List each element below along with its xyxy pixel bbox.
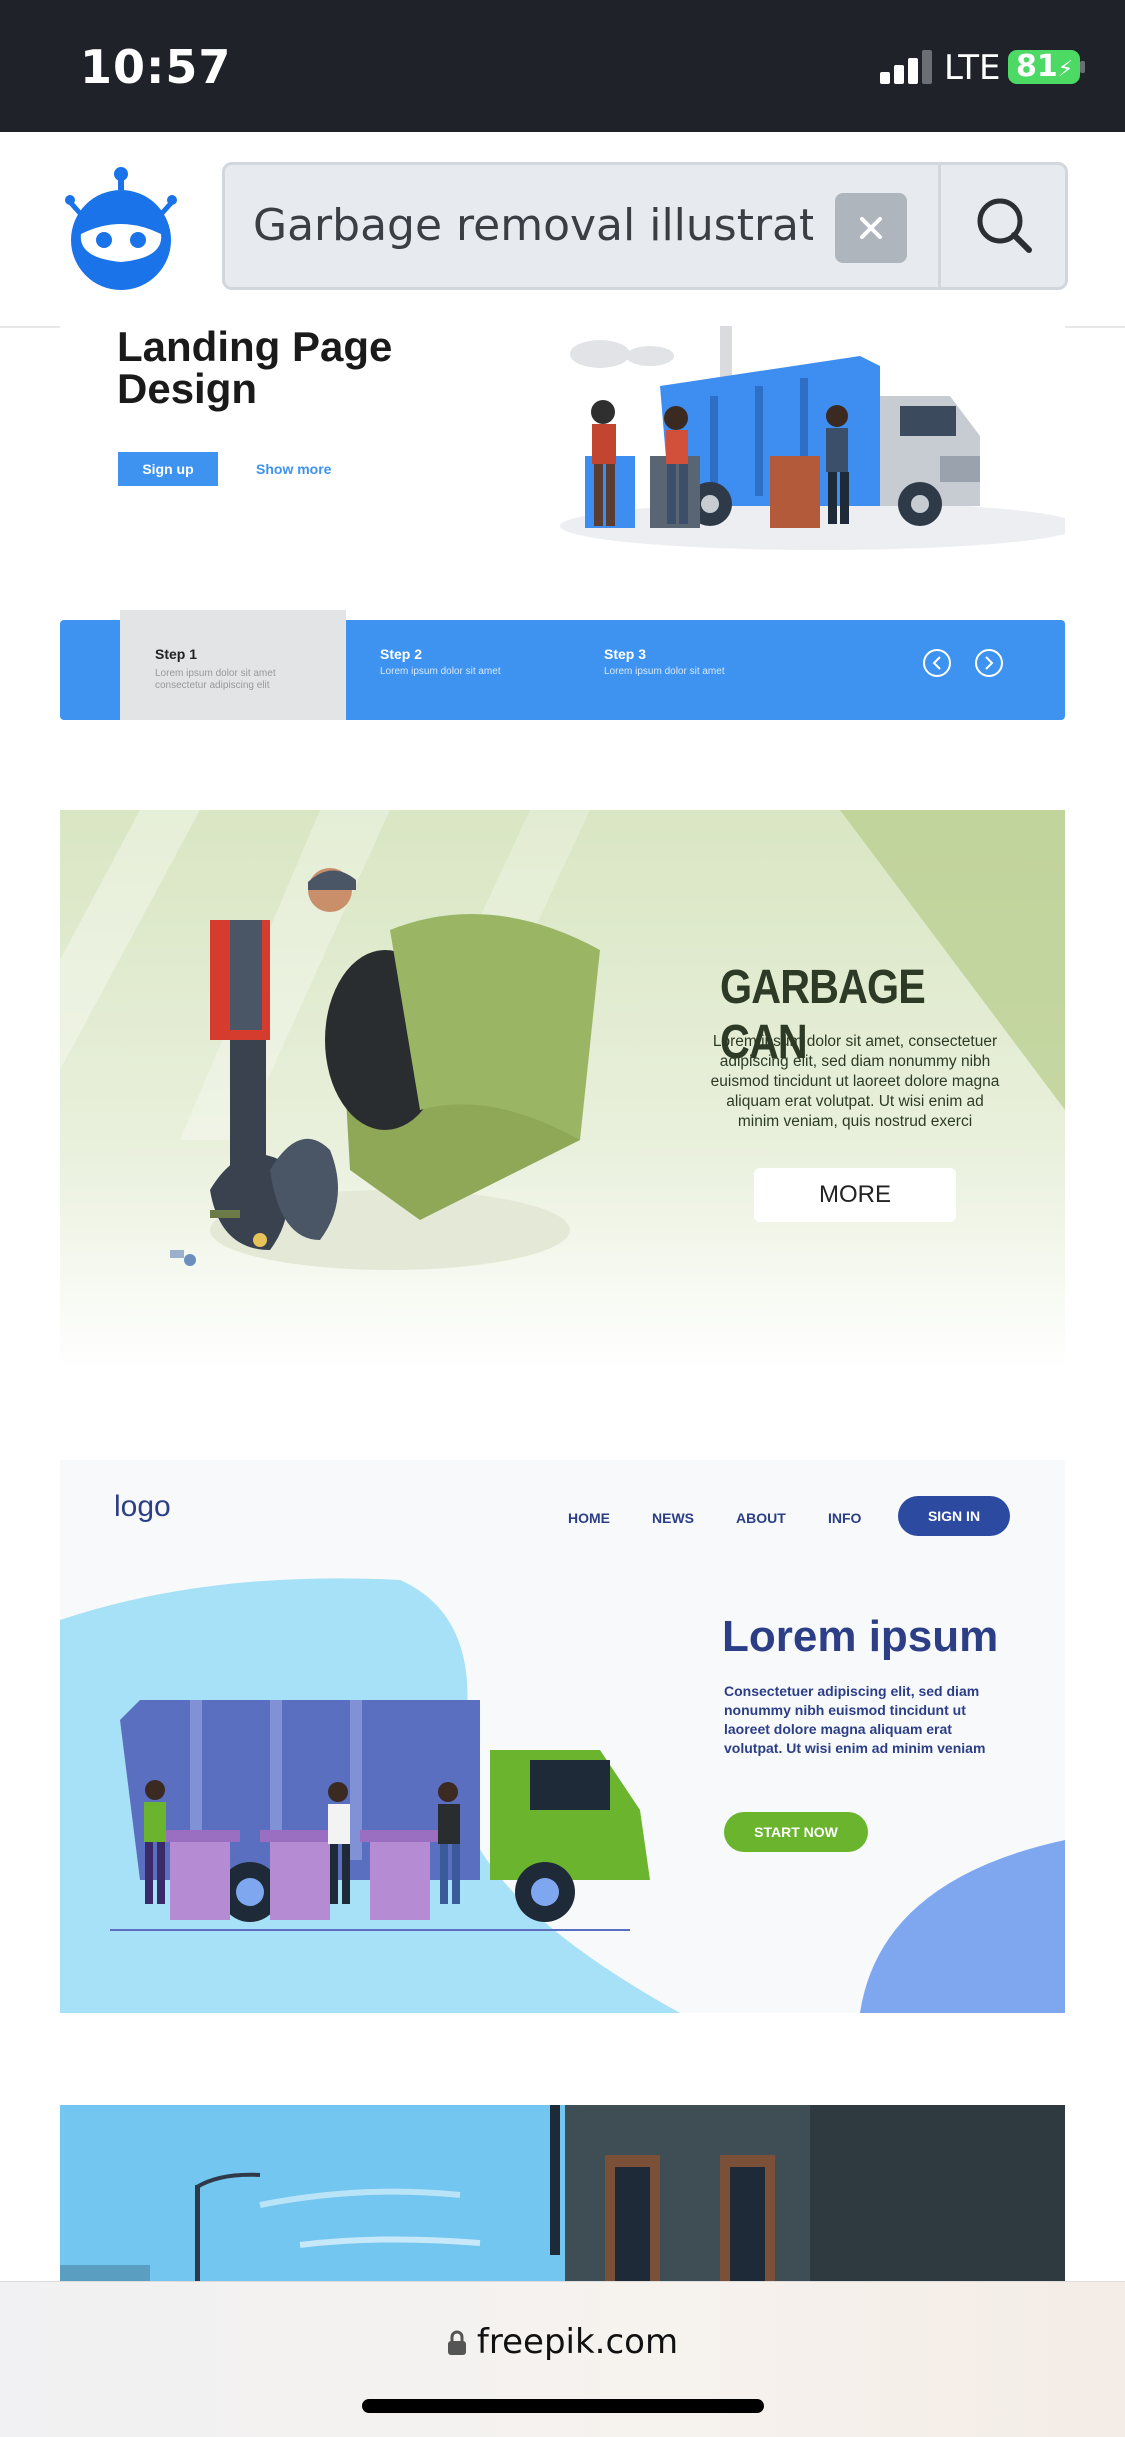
card-body: Lorem ipsum dolor sit amet, consectetuer…: [710, 1033, 1000, 1130]
chevron-left-icon[interactable]: [922, 648, 952, 678]
status-bar: 10:57 LTE 81⚡: [0, 0, 1125, 132]
street-illustration: [60, 2105, 1065, 2281]
nav-news[interactable]: NEWS: [652, 1510, 694, 1526]
result-card-street[interactable]: [60, 2105, 1065, 2281]
step-3-text: Lorem ipsum dolor sit amet: [604, 666, 725, 677]
top-bar: Garbage removal illustratio: [0, 132, 1125, 328]
step-1[interactable]: Step 1 Lorem ipsum dolor sit amet consec…: [120, 610, 346, 720]
result-card-garbage-can[interactable]: GARBAGE CAN Lorem ipsum dolor sit amet, …: [60, 810, 1065, 1370]
network-label: LTE: [944, 48, 1001, 88]
chevron-right-icon[interactable]: [974, 648, 1004, 678]
step-2-label[interactable]: Step 2: [380, 646, 422, 662]
url-display[interactable]: freepik.com: [0, 2322, 1125, 2362]
show-more-link[interactable]: Show more: [256, 452, 331, 486]
robot-logo-icon[interactable]: [56, 162, 186, 292]
step-label: Step 1: [155, 646, 198, 662]
step-text: Lorem ipsum dolor sit amet consectetur a…: [155, 668, 276, 691]
search-box[interactable]: Garbage removal illustratio: [222, 162, 1068, 290]
nav-info[interactable]: INFO: [828, 1510, 861, 1526]
site-logo: logo: [114, 1490, 171, 1523]
url-text: freepik.com: [476, 2322, 679, 2362]
start-now-button[interactable]: START NOW: [724, 1812, 868, 1852]
search-input[interactable]: Garbage removal illustratio: [253, 165, 813, 287]
browser-url-bar[interactable]: freepik.com: [0, 2281, 1125, 2437]
nav-about[interactable]: ABOUT: [736, 1510, 786, 1526]
sign-up-button[interactable]: Sign up: [118, 452, 218, 486]
sign-in-button[interactable]: SIGN IN: [898, 1496, 1010, 1536]
result-card-garbage-truck[interactable]: logo HOME NEWS ABOUT INFO SIGN IN Lorem …: [60, 1460, 1065, 2013]
search-button[interactable]: [938, 165, 1068, 287]
clear-icon: [860, 217, 882, 239]
signal-icon: [880, 50, 932, 84]
home-indicator[interactable]: [362, 2399, 764, 2413]
garbage-truck-illustration: [560, 326, 1065, 550]
clear-search-button[interactable]: [835, 193, 907, 263]
battery-level: 81: [1016, 49, 1058, 84]
search-icon: [977, 198, 1032, 253]
battery-icon: 81⚡: [1008, 50, 1080, 84]
card-title: Lorem ipsum: [722, 1612, 999, 1661]
more-button[interactable]: MORE: [754, 1168, 956, 1222]
steps-bar: Step 1 Lorem ipsum dolor sit amet consec…: [60, 610, 1065, 720]
card-title: Landing Page Design: [117, 326, 393, 412]
step-3-label[interactable]: Step 3: [604, 646, 646, 662]
lock-icon: [447, 2330, 466, 2355]
clock: 10:57: [80, 40, 232, 94]
result-card-landing-page[interactable]: Landing Page Design Sign up Show more St…: [60, 326, 1065, 721]
nav-home[interactable]: HOME: [568, 1510, 610, 1526]
card-body: Consectetuer adipiscing elit, sed diam n…: [724, 1683, 986, 1756]
step-2-text: Lorem ipsum dolor sit amet: [380, 666, 501, 677]
battery-tip: [1080, 61, 1085, 73]
